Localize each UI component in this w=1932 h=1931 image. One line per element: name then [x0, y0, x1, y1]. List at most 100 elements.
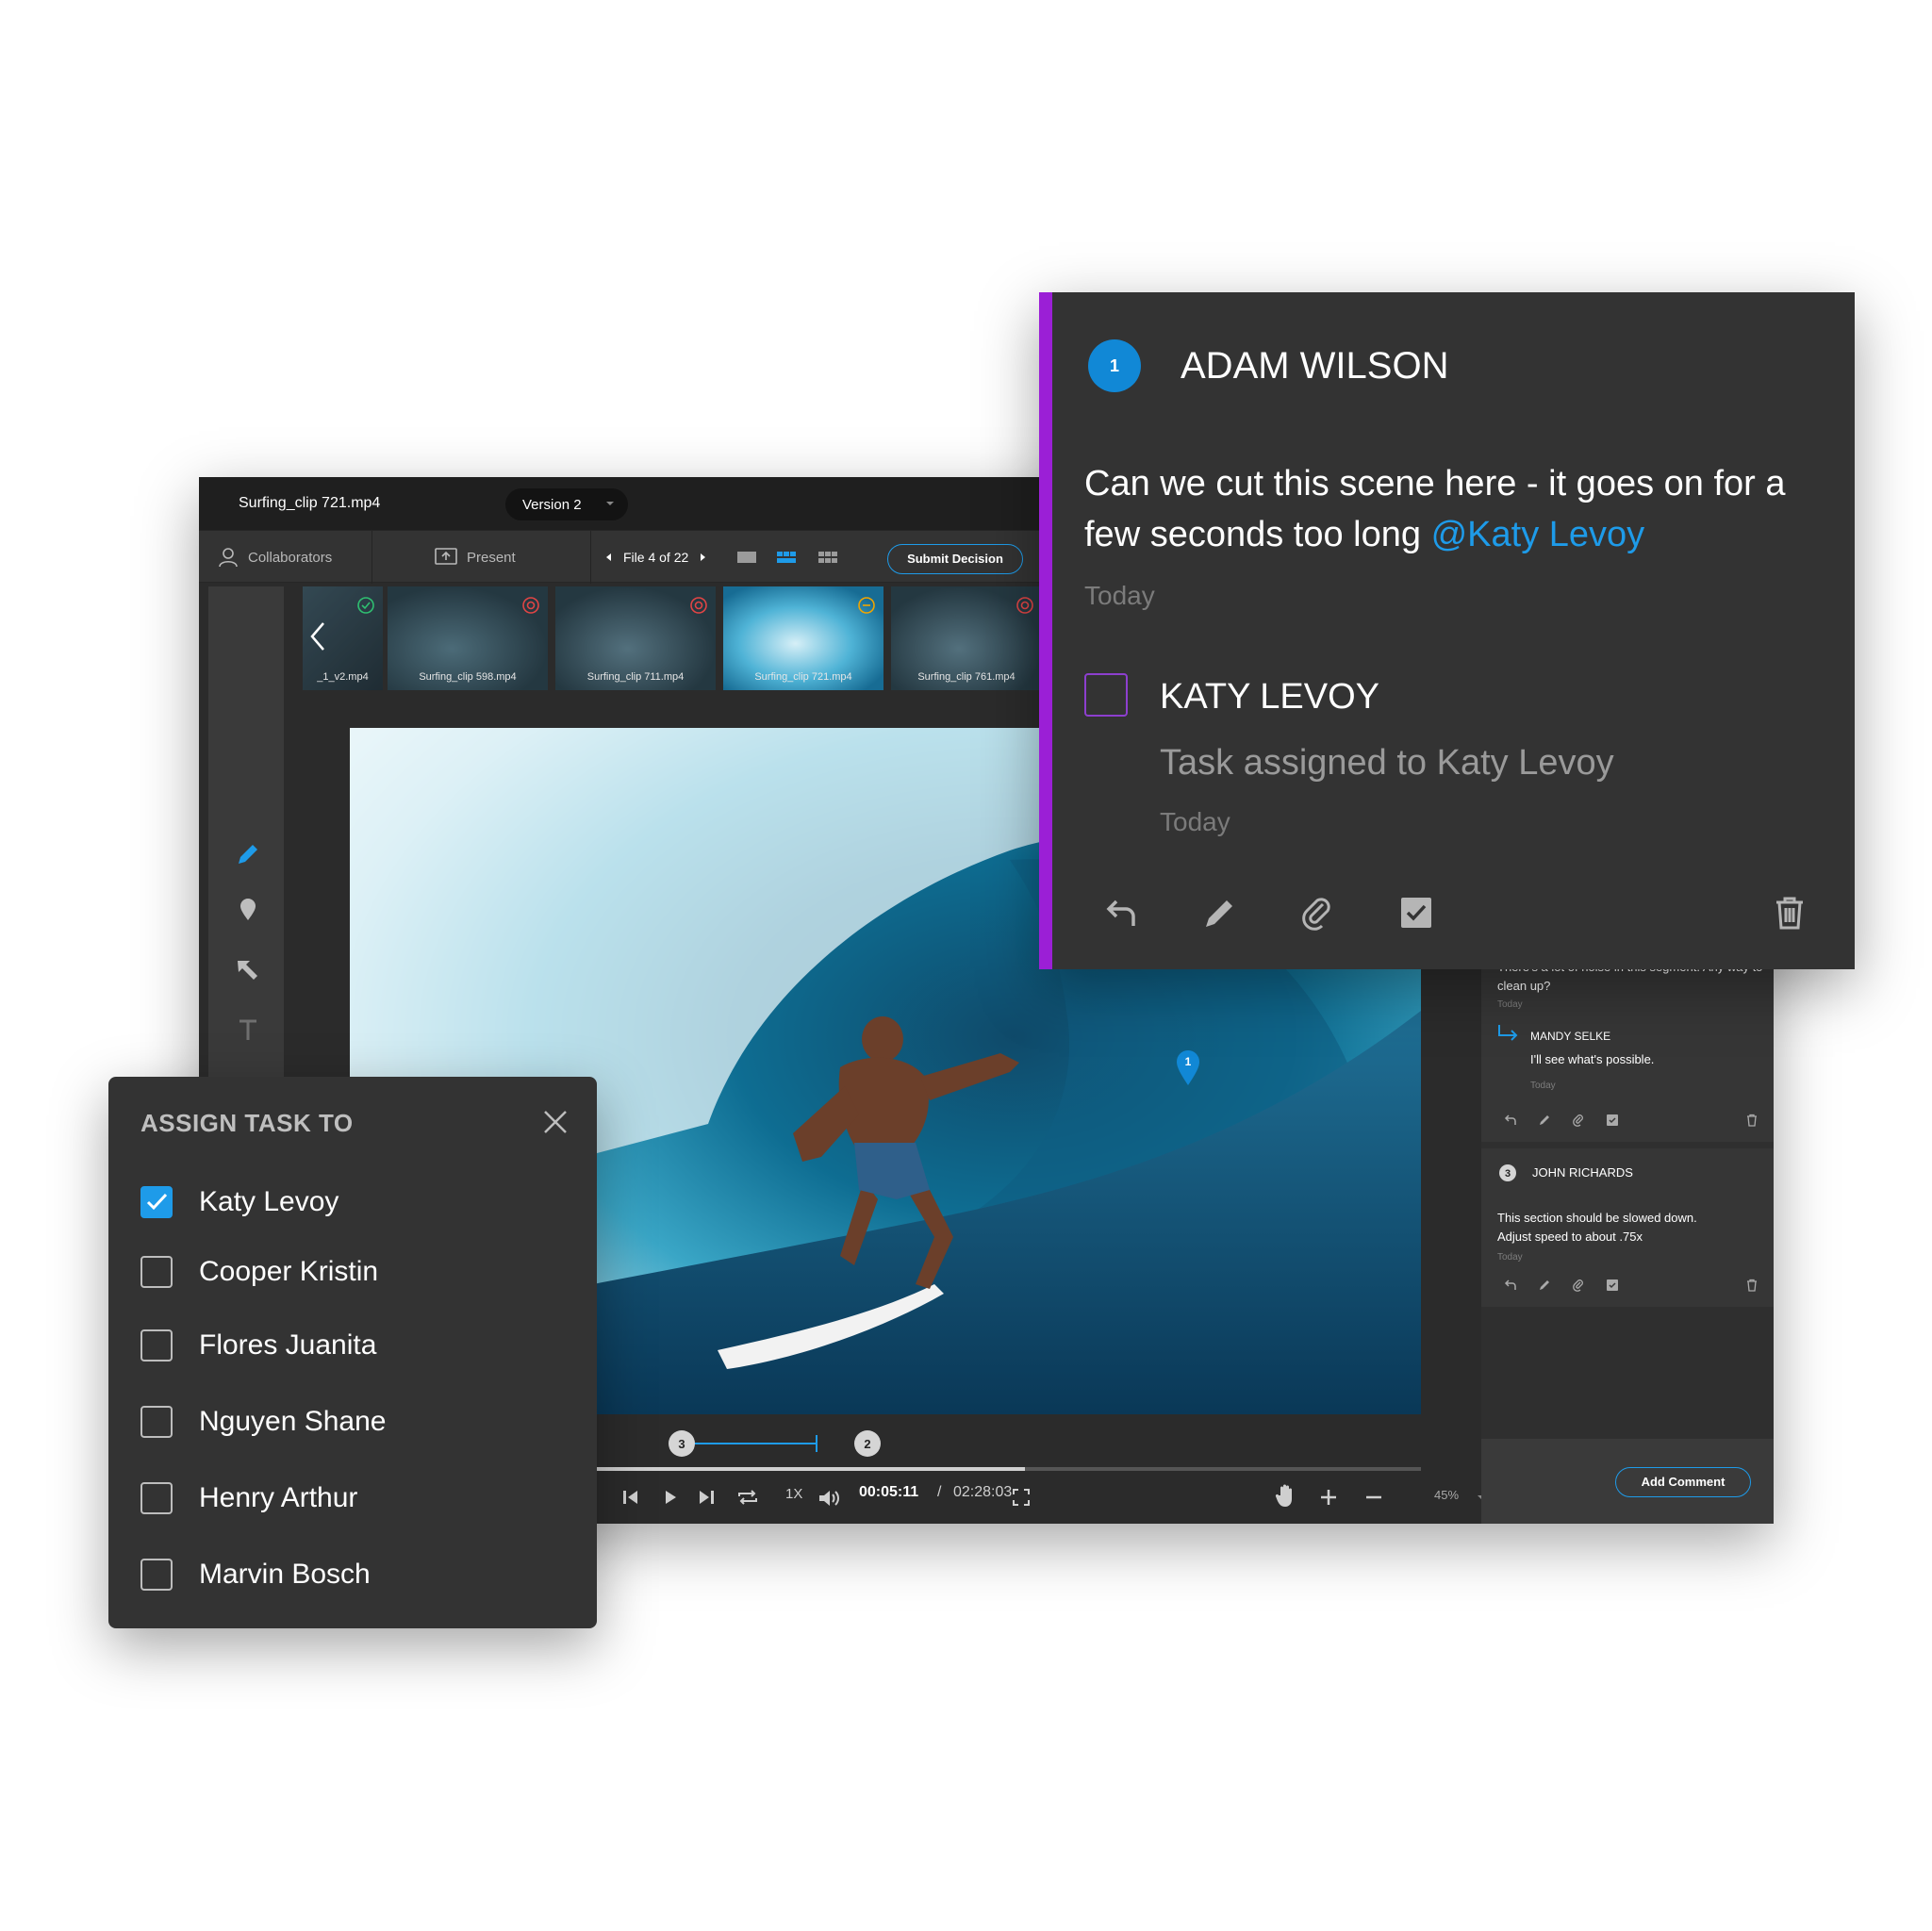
zoom-level[interactable]: 45%	[1434, 1488, 1459, 1502]
reply-arrow-icon	[1496, 1024, 1519, 1043]
assignee-checkbox[interactable]	[140, 1482, 173, 1514]
comment-date: Today	[1497, 999, 1523, 1010]
range-end-number: 2	[864, 1437, 870, 1451]
comment-date: Today	[1497, 1252, 1523, 1263]
view-grid-icon[interactable]	[817, 531, 838, 584]
close-icon[interactable]	[542, 1109, 569, 1135]
comment-detail-card: 1 ADAM WILSON Can we cut this scene here…	[1039, 292, 1855, 969]
add-comment-button[interactable]: Add Comment	[1615, 1467, 1751, 1497]
file-title: Surfing_clip 721.mp4	[239, 495, 381, 511]
assignee-option[interactable]: Cooper Kristin	[140, 1254, 574, 1292]
delete-icon[interactable]	[1745, 1279, 1759, 1292]
mention-link[interactable]: @Katy Levoy	[1431, 515, 1645, 554]
text-tool-icon[interactable]	[235, 1016, 261, 1043]
present-button[interactable]: Present	[435, 531, 516, 584]
assignee-name: Nguyen Shane	[199, 1406, 387, 1437]
step-forward-icon[interactable]	[697, 1488, 716, 1507]
time-separator: /	[937, 1484, 942, 1500]
attach-icon[interactable]	[1572, 1114, 1585, 1127]
assignee-checkbox[interactable]	[140, 1256, 173, 1288]
range-end-marker[interactable]: 2	[854, 1430, 881, 1457]
attach-icon[interactable]	[1572, 1279, 1585, 1292]
file-navigator: File 4 of 22	[604, 531, 707, 584]
total-time: 02:28:03	[953, 1484, 1013, 1500]
task-complete-checkbox[interactable]	[1084, 673, 1128, 717]
collaborators-button[interactable]: Collaborators	[218, 531, 332, 584]
pen-icon[interactable]	[235, 841, 261, 867]
thumbnail-label: _1_v2.mp4	[317, 671, 369, 683]
comment-pin-marker[interactable]: 1	[1174, 1048, 1202, 1086]
comment-number-badge: 1	[1088, 339, 1141, 392]
present-label: Present	[467, 549, 516, 566]
hand-tool-icon[interactable]	[1274, 1484, 1296, 1509]
comment-author: JOHN RICHARDS	[1532, 1165, 1633, 1180]
loop-icon[interactable]	[736, 1488, 759, 1507]
fullscreen-icon[interactable]	[1012, 1488, 1031, 1507]
thumbnail-item-selected[interactable]: Surfing_clip 721.mp4	[723, 586, 883, 690]
edit-icon[interactable]	[1538, 1114, 1551, 1127]
assignee-checkbox-checked[interactable]	[140, 1186, 173, 1218]
attach-icon[interactable]	[1299, 894, 1337, 932]
view-filmstrip-icon[interactable]	[776, 531, 797, 584]
assignee-option[interactable]: Nguyen Shane	[140, 1404, 574, 1442]
approved-icon	[356, 596, 375, 615]
assignee-checkbox[interactable]	[140, 1329, 173, 1362]
thumbnail-item[interactable]: Surfing_clip 598.mp4	[388, 586, 548, 690]
thumbnail-label: Surfing_clip 721.mp4	[754, 671, 852, 683]
assignee-checkbox[interactable]	[140, 1406, 173, 1438]
pin-icon[interactable]	[235, 896, 261, 922]
play-icon[interactable]	[661, 1488, 680, 1507]
comment-thread: 3 JOHN RICHARDS This section should be s…	[1481, 1148, 1774, 1307]
comment-text: Adjust speed to about .75x	[1497, 1230, 1643, 1244]
assign-panel-title: ASSIGN TASK TO	[140, 1109, 354, 1137]
task-check-icon[interactable]	[1606, 1114, 1619, 1127]
edit-icon[interactable]	[1201, 894, 1239, 932]
reply-icon[interactable]	[1103, 894, 1141, 932]
reply-icon[interactable]	[1504, 1114, 1517, 1127]
version-select[interactable]: Version 2	[505, 488, 628, 520]
assignee-option[interactable]: Marvin Bosch	[140, 1557, 574, 1594]
task-description: Task assigned to Katy Levoy	[1160, 743, 1614, 783]
playback-speed[interactable]: 1X	[785, 1486, 802, 1502]
assignee-option[interactable]: Flores Juanita	[140, 1328, 574, 1365]
comment-number: 3	[1505, 1168, 1511, 1180]
zoom-in-icon[interactable]	[1319, 1488, 1338, 1507]
rejected-icon	[689, 596, 708, 615]
user-icon	[218, 547, 239, 568]
assignee-checkbox[interactable]	[140, 1559, 173, 1591]
chevron-left-icon[interactable]	[308, 620, 327, 652]
thumbnail-label: Surfing_clip 761.mp4	[917, 671, 1016, 683]
zoom-out-icon[interactable]	[1364, 1488, 1383, 1507]
assignee-name: Cooper Kristin	[199, 1256, 379, 1287]
task-assignee: KATY LEVOY	[1160, 677, 1380, 717]
range-start-marker[interactable]: 3	[669, 1430, 695, 1457]
view-single-icon[interactable]	[736, 531, 757, 584]
version-label: Version 2	[522, 497, 582, 513]
task-date: Today	[1160, 807, 1230, 836]
task-check-icon[interactable]	[1397, 894, 1435, 932]
arrow-icon[interactable]	[235, 956, 261, 982]
pending-icon	[857, 596, 876, 615]
chevron-down-icon	[605, 499, 615, 508]
task-check-icon[interactable]	[1606, 1279, 1619, 1292]
add-comment-bar: Add Comment	[1481, 1439, 1774, 1524]
thumbnail-item[interactable]: Surfing_clip 761.mp4	[891, 586, 1042, 690]
assign-task-panel: ASSIGN TASK TO Katy Levoy Cooper Kristin…	[108, 1077, 597, 1628]
prev-file-icon[interactable]	[604, 553, 614, 562]
thumbnail-label: Surfing_clip 711.mp4	[586, 671, 685, 683]
step-back-icon[interactable]	[621, 1488, 640, 1507]
volume-icon[interactable]	[817, 1488, 840, 1509]
submit-decision-button[interactable]: Submit Decision	[887, 544, 1023, 574]
assignee-name: Flores Juanita	[199, 1329, 377, 1361]
delete-icon[interactable]	[1745, 1114, 1759, 1127]
comment-date: Today	[1084, 581, 1155, 610]
comment-text: This section should be slowed down.	[1497, 1211, 1697, 1225]
delete-icon[interactable]	[1771, 894, 1808, 932]
reply-icon[interactable]	[1504, 1279, 1517, 1292]
assignee-option[interactable]: Katy Levoy	[140, 1184, 574, 1222]
pin-number: 1	[1185, 1055, 1192, 1068]
next-file-icon[interactable]	[698, 553, 707, 562]
assignee-option[interactable]: Henry Arthur	[140, 1480, 574, 1518]
thumbnail-item[interactable]: Surfing_clip 711.mp4	[555, 586, 716, 690]
edit-icon[interactable]	[1538, 1279, 1551, 1292]
